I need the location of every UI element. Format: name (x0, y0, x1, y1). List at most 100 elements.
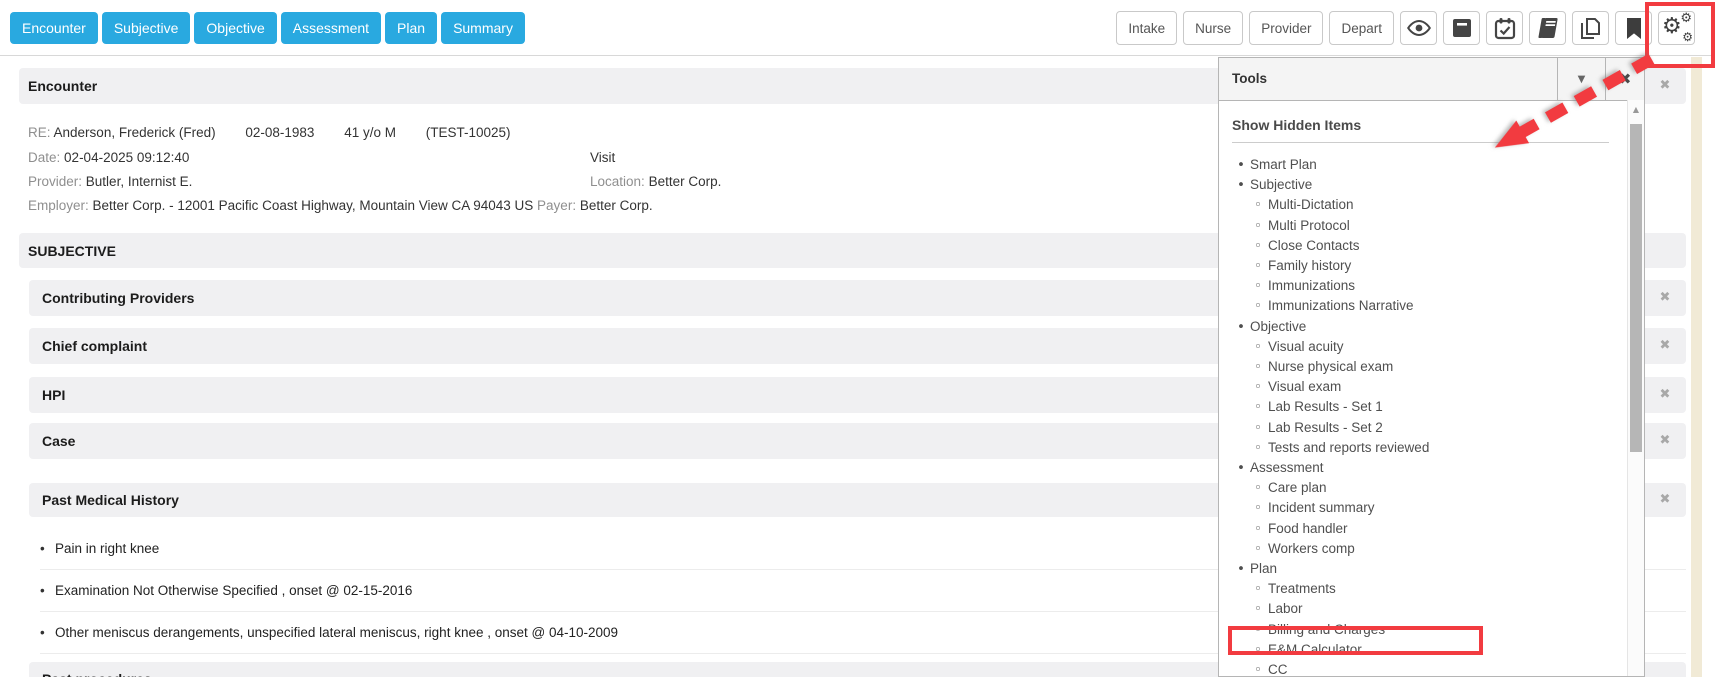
bullet-icon: • (1237, 318, 1250, 337)
tools-item-assessment[interactable]: •Assessment (1232, 458, 1627, 478)
tools-item-multi-protocol[interactable]: ◦Multi Protocol (1232, 216, 1627, 236)
circle-bullet-icon: ◦ (1254, 297, 1268, 316)
tools-panel-close-icon[interactable]: ✖ (1605, 58, 1644, 100)
heading-divider (1232, 142, 1609, 143)
nav-encounter-button[interactable]: Encounter (10, 12, 98, 44)
scroll-up-icon[interactable]: ▲ (1628, 100, 1644, 120)
close-chief-complaint-icon[interactable]: ✖ (1650, 334, 1680, 358)
page-edge-strip (1691, 57, 1702, 677)
close-encounter-section-icon[interactable]: ✖ (1650, 74, 1680, 98)
location-label: Location: (590, 174, 645, 189)
nav-objective-button[interactable]: Objective (194, 12, 276, 44)
payer-label: Payer: (537, 198, 576, 213)
bullet-icon: • (40, 570, 55, 611)
eye-button[interactable] (1400, 11, 1437, 45)
patient-age-sex: 41 y/o M (344, 125, 396, 140)
bookmark-button[interactable] (1615, 11, 1652, 45)
circle-bullet-icon: ◦ (1254, 338, 1268, 357)
patient-id: (TEST-10025) (426, 125, 511, 140)
employer-label: Employer: (28, 198, 89, 213)
nav-assessment-button[interactable]: Assessment (281, 12, 381, 44)
circle-bullet-icon: ◦ (1254, 217, 1268, 236)
tools-item-smart-plan[interactable]: •Smart Plan (1232, 155, 1627, 175)
tools-item-workers-comp[interactable]: ◦Workers comp (1232, 539, 1627, 559)
tools-item-plan[interactable]: •Plan (1232, 559, 1627, 579)
tools-item-labor[interactable]: ◦Labor (1232, 599, 1627, 619)
bullet-icon: • (40, 612, 55, 653)
hidden-items-tree: •Smart Plan •Subjective ◦Multi-Dictation… (1232, 155, 1627, 676)
tools-item-visual-acuity[interactable]: ◦Visual acuity (1232, 337, 1627, 357)
nav-plan-button[interactable]: Plan (385, 12, 437, 44)
close-contributing-providers-icon[interactable]: ✖ (1650, 286, 1680, 310)
tools-item-subjective[interactable]: •Subjective (1232, 175, 1627, 195)
circle-bullet-icon: ◦ (1254, 277, 1268, 296)
tools-item-treatments[interactable]: ◦Treatments (1232, 579, 1627, 599)
tools-item-family-history[interactable]: ◦Family history (1232, 256, 1627, 276)
circle-bullet-icon: ◦ (1254, 257, 1268, 276)
tools-panel-body: Show Hidden Items •Smart Plan •Subjectiv… (1219, 100, 1627, 676)
circle-bullet-icon: ◦ (1254, 641, 1268, 660)
settings-button[interactable]: ⚙ ⚙ ⚙ (1658, 11, 1695, 45)
encounter-date: 02-04-2025 09:12:40 (64, 150, 189, 165)
tools-panel-scrollbar[interactable]: ▲ (1627, 100, 1644, 676)
tools-item-tests-and-reports-reviewed[interactable]: ◦Tests and reports reviewed (1232, 438, 1627, 458)
bookmark-icon (1625, 17, 1643, 40)
tools-item-immunizations[interactable]: ◦Immunizations (1232, 276, 1627, 296)
settings-button-wrap: ⚙ ⚙ ⚙ (1658, 11, 1695, 45)
settings-gears-icon: ⚙ ⚙ ⚙ (1663, 15, 1690, 41)
depart-button[interactable]: Depart (1329, 11, 1394, 45)
scrollbar-thumb[interactable] (1630, 124, 1642, 452)
location-value: Better Corp. (649, 174, 722, 189)
tools-item-objective[interactable]: •Objective (1232, 317, 1627, 337)
nav-summary-button[interactable]: Summary (441, 12, 525, 44)
pmh-item-text: Other meniscus derangements, unspecified… (55, 625, 618, 640)
bullet-icon: • (1237, 156, 1250, 175)
circle-bullet-icon: ◦ (1254, 358, 1268, 377)
pmh-item-text: Examination Not Otherwise Specified , on… (55, 583, 412, 598)
close-case-icon[interactable]: ✖ (1650, 429, 1680, 453)
close-past-medical-history-icon[interactable]: ✖ (1650, 488, 1680, 512)
tools-item-nurse-physical-exam[interactable]: ◦Nurse physical exam (1232, 357, 1627, 377)
circle-bullet-icon: ◦ (1254, 479, 1268, 498)
circle-bullet-icon: ◦ (1254, 499, 1268, 518)
eye-icon (1406, 17, 1432, 39)
copy-button[interactable] (1572, 11, 1609, 45)
stage-and-tool-buttons: Intake Nurse Provider Depart (1116, 11, 1695, 45)
provider-label: Provider: (28, 174, 82, 189)
tools-item-close-contacts[interactable]: ◦Close Contacts (1232, 236, 1627, 256)
patient-name: Anderson, Frederick (Fred) (54, 125, 216, 140)
provider-button[interactable]: Provider (1249, 11, 1323, 45)
book-icon (1536, 17, 1560, 39)
tools-item-visual-exam[interactable]: ◦Visual exam (1232, 377, 1627, 397)
visit-type: Visit (590, 145, 615, 170)
circle-bullet-icon: ◦ (1254, 419, 1268, 438)
circle-bullet-icon: ◦ (1254, 580, 1268, 599)
tools-item-care-plan[interactable]: ◦Care plan (1232, 478, 1627, 498)
nav-subjective-button[interactable]: Subjective (102, 12, 191, 44)
chevron-down-icon[interactable]: ▼ (1557, 58, 1605, 100)
tools-panel-title: Tools (1219, 58, 1557, 100)
archive-button[interactable] (1443, 11, 1480, 45)
tools-item-cc[interactable]: ◦CC (1232, 660, 1627, 676)
tools-item-multi-dictation[interactable]: ◦Multi-Dictation (1232, 195, 1627, 215)
intake-button[interactable]: Intake (1116, 11, 1177, 45)
note-nav-buttons: Encounter Subjective Objective Assessmen… (10, 12, 525, 44)
tools-item-billing-and-charges[interactable]: ◦Billing and Charges (1232, 620, 1627, 640)
circle-bullet-icon: ◦ (1254, 378, 1268, 397)
tools-item-lab-results-set-1[interactable]: ◦Lab Results - Set 1 (1232, 397, 1627, 417)
tools-item-lab-results-set-2[interactable]: ◦Lab Results - Set 2 (1232, 418, 1627, 438)
circle-bullet-icon: ◦ (1254, 520, 1268, 539)
tools-item-food-handler[interactable]: ◦Food handler (1232, 519, 1627, 539)
bullet-icon: • (40, 528, 55, 569)
close-hpi-icon[interactable]: ✖ (1650, 383, 1680, 407)
circle-bullet-icon: ◦ (1254, 237, 1268, 256)
tools-item-em-calculator[interactable]: ◦E&M Calculator (1232, 640, 1627, 660)
tools-item-incident-summary[interactable]: ◦Incident summary (1232, 498, 1627, 518)
bullet-icon: • (1237, 176, 1250, 195)
nurse-button[interactable]: Nurse (1183, 11, 1243, 45)
tools-item-immunizations-narrative[interactable]: ◦Immunizations Narrative (1232, 296, 1627, 316)
bullet-icon: • (1237, 459, 1250, 478)
book-button[interactable] (1529, 11, 1566, 45)
employer-value: Better Corp. - 12001 Pacific Coast Highw… (93, 198, 534, 213)
calendar-check-button[interactable] (1486, 11, 1523, 45)
